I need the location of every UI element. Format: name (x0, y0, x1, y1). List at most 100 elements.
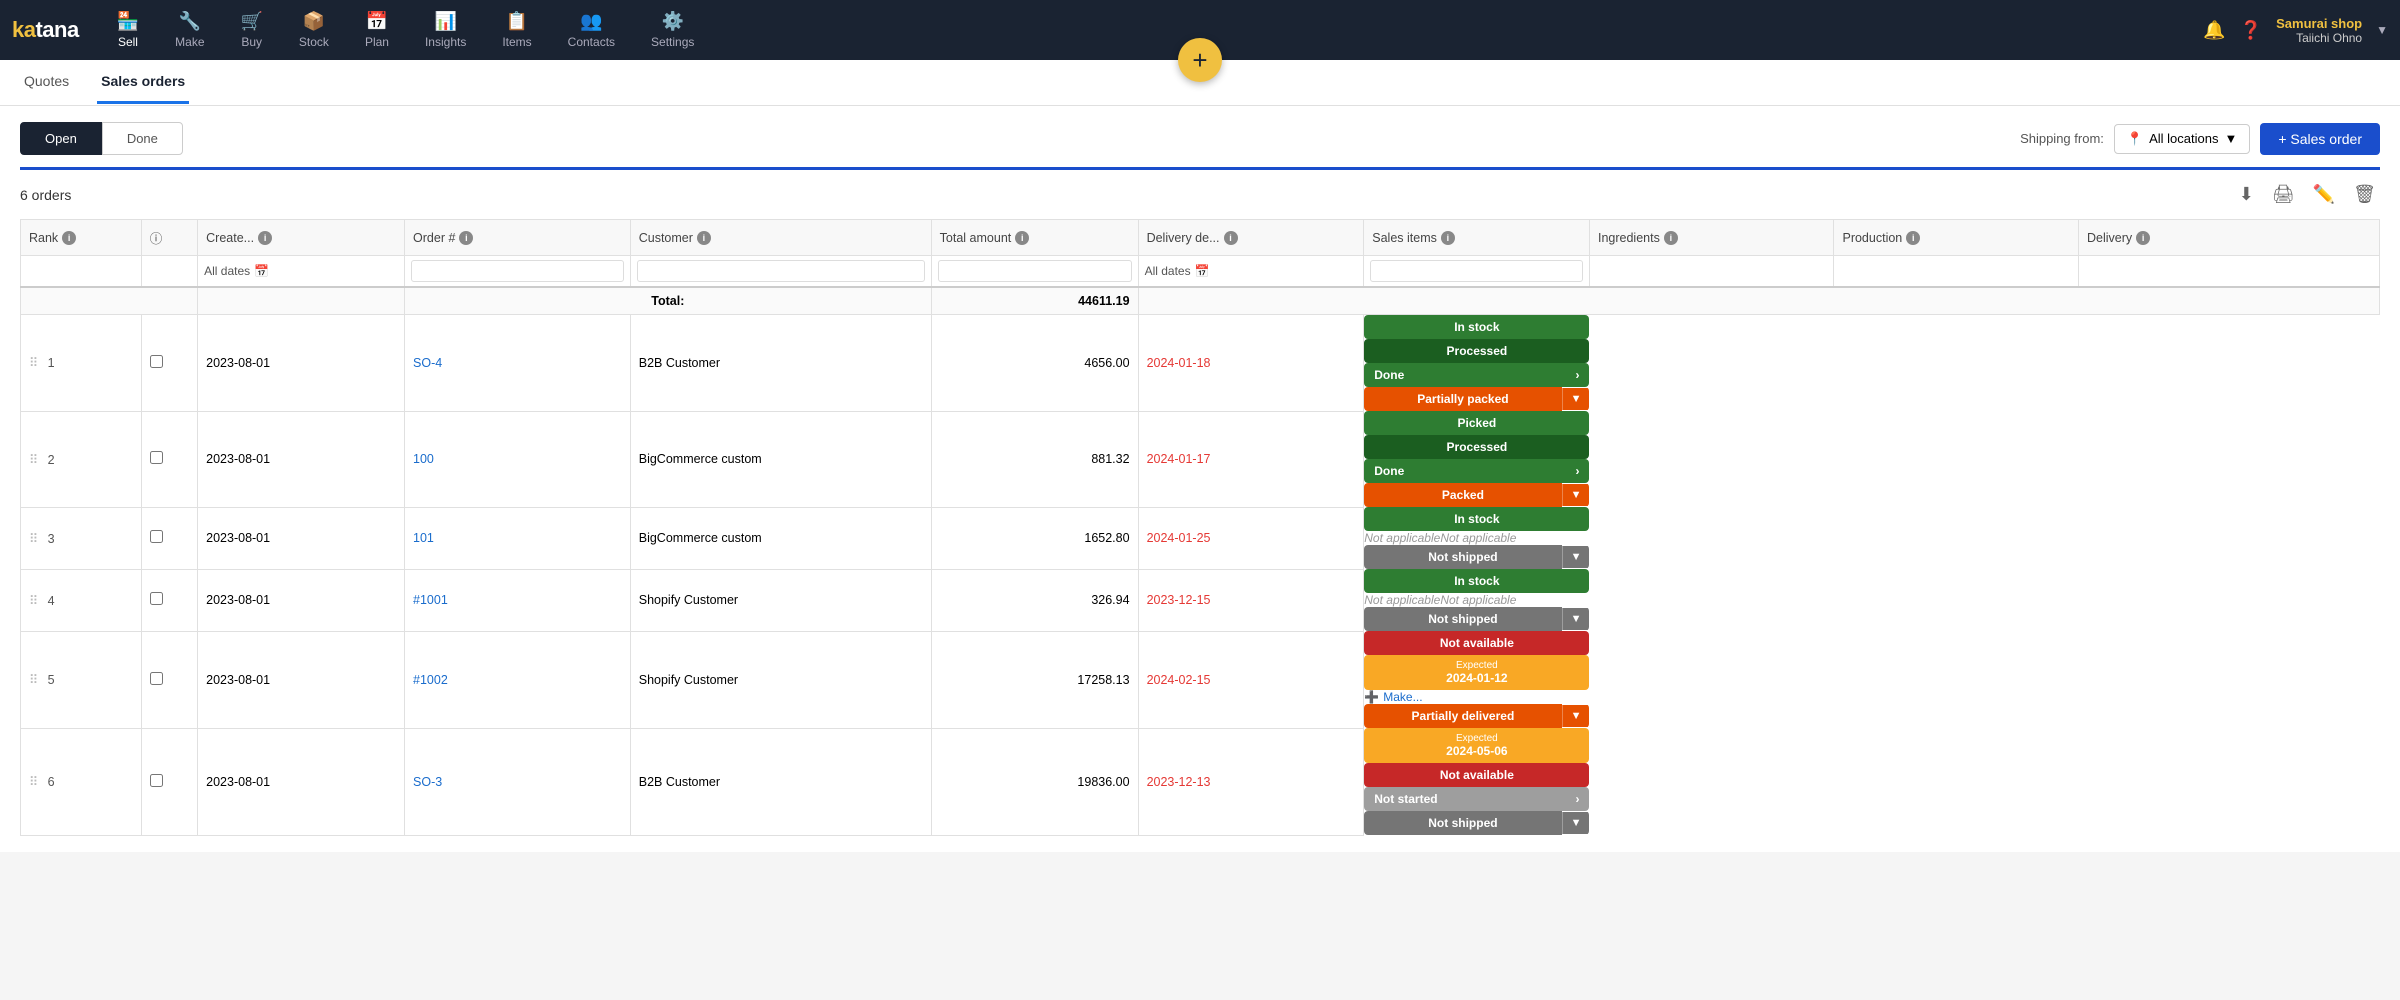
order-link[interactable]: SO-3 (413, 775, 442, 789)
delivery-dropdown-icon[interactable]: ▼ (1562, 546, 1590, 568)
order-info-icon[interactable]: i (459, 231, 473, 245)
shop-expand-icon[interactable]: ▼ (2376, 23, 2388, 37)
delivery-dropdown-icon[interactable]: ▼ (1562, 812, 1590, 834)
location-label: All locations (2149, 131, 2218, 146)
production-info-icon[interactable]: i (1906, 231, 1920, 245)
filter-info (141, 256, 197, 288)
add-sales-order-button[interactable]: + Sales order (2260, 123, 2380, 155)
order-link[interactable]: SO-4 (413, 356, 442, 370)
th-ingredients: Ingredients i (1589, 220, 1834, 256)
amount-filter-input[interactable] (938, 260, 1132, 282)
row-checkbox[interactable] (150, 592, 163, 605)
drag-handle[interactable]: ⠿ (29, 453, 38, 467)
delivery-info-icon[interactable]: i (2136, 231, 2150, 245)
delivery-badge-dropdown[interactable]: Packed ▼ (1364, 483, 1589, 507)
drag-handle[interactable]: ⠿ (29, 532, 38, 546)
location-select[interactable]: 📍 All locations ▼ (2114, 124, 2250, 154)
download-icon[interactable]: ⬇ (2235, 180, 2258, 209)
row-checkbox[interactable] (150, 451, 163, 464)
drag-handle[interactable]: ⠿ (29, 775, 38, 789)
edit-icon[interactable]: ✏️ (2309, 180, 2339, 209)
row-checkbox[interactable] (150, 530, 163, 543)
order-link[interactable]: #1001 (413, 593, 448, 607)
rank-info-icon[interactable]: i (62, 231, 76, 245)
items-icon: 📋 (506, 11, 528, 32)
filter-production (1834, 256, 2079, 288)
delivery-badge-dropdown[interactable]: Partially packed ▼ (1364, 387, 1589, 411)
created-cell: 2023-08-01 (198, 507, 405, 569)
amount-cell: 17258.13 (931, 631, 1138, 728)
user-name: Taiichi Ohno (2276, 31, 2362, 45)
help-icon[interactable]: ❓ (2240, 20, 2262, 41)
sales-items-info-icon[interactable]: i (1441, 231, 1455, 245)
filter-rank (21, 256, 142, 288)
calendar-delivery-icon[interactable]: 📅 (1195, 264, 1210, 278)
production-not-started[interactable]: Not started › (1364, 787, 1589, 811)
tab-quotes[interactable]: Quotes (20, 61, 73, 104)
delivery-date-info-icon[interactable]: i (1224, 231, 1238, 245)
amount-cell: 4656.00 (931, 315, 1138, 412)
customer-cell: Shopify Customer (630, 631, 931, 728)
table-header-row: Rank i ⓘ Create... i Order # i (21, 220, 2380, 256)
delivery-badge-label: Partially delivered (1364, 704, 1561, 728)
order-link[interactable]: 100 (413, 452, 434, 466)
ingredients-na: Not applicable (1364, 531, 1440, 545)
amount-info-icon[interactable]: i (1015, 231, 1029, 245)
nav-item-insights[interactable]: 📊 Insights (407, 3, 484, 57)
row-checkbox[interactable] (150, 774, 163, 787)
order-link[interactable]: #1002 (413, 673, 448, 687)
nav-item-items[interactable]: 📋 Items (484, 3, 549, 57)
production-done[interactable]: Done › (1364, 363, 1589, 387)
order-link[interactable]: 101 (413, 531, 434, 545)
tab-sales-orders[interactable]: Sales orders (97, 61, 189, 104)
delivery-badge-dropdown[interactable]: Partially delivered ▼ (1364, 704, 1589, 728)
created-info-icon[interactable]: i (258, 231, 272, 245)
delete-icon[interactable]: 🗑 (2349, 180, 2380, 209)
drag-handle[interactable]: ⠿ (29, 356, 38, 370)
delivery-dropdown-icon[interactable]: ▼ (1562, 705, 1590, 727)
order-filter-input[interactable] (411, 260, 624, 282)
delivery-badge-dropdown[interactable]: Not shipped ▼ (1364, 607, 1589, 631)
delivery-date-cell: 2023-12-13 (1138, 728, 1364, 835)
calendar-created-icon[interactable]: 📅 (254, 264, 269, 278)
table-row: ⠿ 3 2023-08-01 101 BigCommerce custom 16… (21, 507, 2380, 569)
logo[interactable]: katana (12, 17, 79, 43)
nav-item-buy[interactable]: 🛒 Buy (223, 3, 281, 57)
nav-label-sell: Sell (118, 35, 138, 49)
row-checkbox[interactable] (150, 672, 163, 685)
customer-info-icon[interactable]: i (697, 231, 711, 245)
notification-icon[interactable]: 🔔 (2203, 20, 2225, 41)
nav-item-stock[interactable]: 📦 Stock (281, 3, 347, 57)
add-button[interactable]: + (1178, 38, 1222, 82)
delivery-date-cell: 2024-01-18 (1138, 315, 1364, 412)
delivery-dropdown-icon[interactable]: ▼ (1562, 388, 1590, 410)
nav-item-contacts[interactable]: 👥 Contacts (550, 3, 633, 57)
nav-item-sell[interactable]: 🏪 Sell (99, 3, 157, 57)
ingredients-info-icon[interactable]: i (1664, 231, 1678, 245)
delivery-badge-label: Partially packed (1364, 387, 1561, 411)
print-icon[interactable]: 🖨 (2268, 180, 2299, 209)
sales-items-filter-input[interactable] (1370, 260, 1583, 282)
make-icon: 🔧 (179, 11, 201, 32)
production-done[interactable]: Done › (1364, 459, 1589, 483)
drag-handle[interactable]: ⠿ (29, 594, 38, 608)
delivery-badge-dropdown[interactable]: Not shipped ▼ (1364, 811, 1589, 835)
row-checkbox[interactable] (150, 355, 163, 368)
delivery-dropdown-icon[interactable]: ▼ (1562, 608, 1590, 630)
shop-selector[interactable]: Samurai shop Taiichi Ohno (2276, 16, 2362, 45)
main-content: Open Done Shipping from: 📍 All locations… (0, 106, 2400, 852)
open-tab-button[interactable]: Open (20, 122, 102, 155)
nav-item-make[interactable]: 🔧 Make (157, 3, 222, 57)
ingredients-badge: Processed (1364, 435, 1589, 459)
sales-items-badge: In stock (1364, 507, 1589, 531)
customer-filter-input[interactable] (637, 260, 925, 282)
delivery-badge-dropdown[interactable]: Not shipped ▼ (1364, 545, 1589, 569)
order-cell: 100 (405, 411, 631, 507)
nav-item-plan[interactable]: 📅 Plan (347, 3, 407, 57)
order-cell: #1002 (405, 631, 631, 728)
delivery-dropdown-icon[interactable]: ▼ (1562, 484, 1590, 506)
make-button[interactable]: ➕ Make... (1364, 690, 1589, 704)
drag-handle[interactable]: ⠿ (29, 673, 38, 687)
nav-item-settings[interactable]: ⚙️ Settings (633, 3, 712, 57)
done-tab-button[interactable]: Done (102, 122, 183, 155)
